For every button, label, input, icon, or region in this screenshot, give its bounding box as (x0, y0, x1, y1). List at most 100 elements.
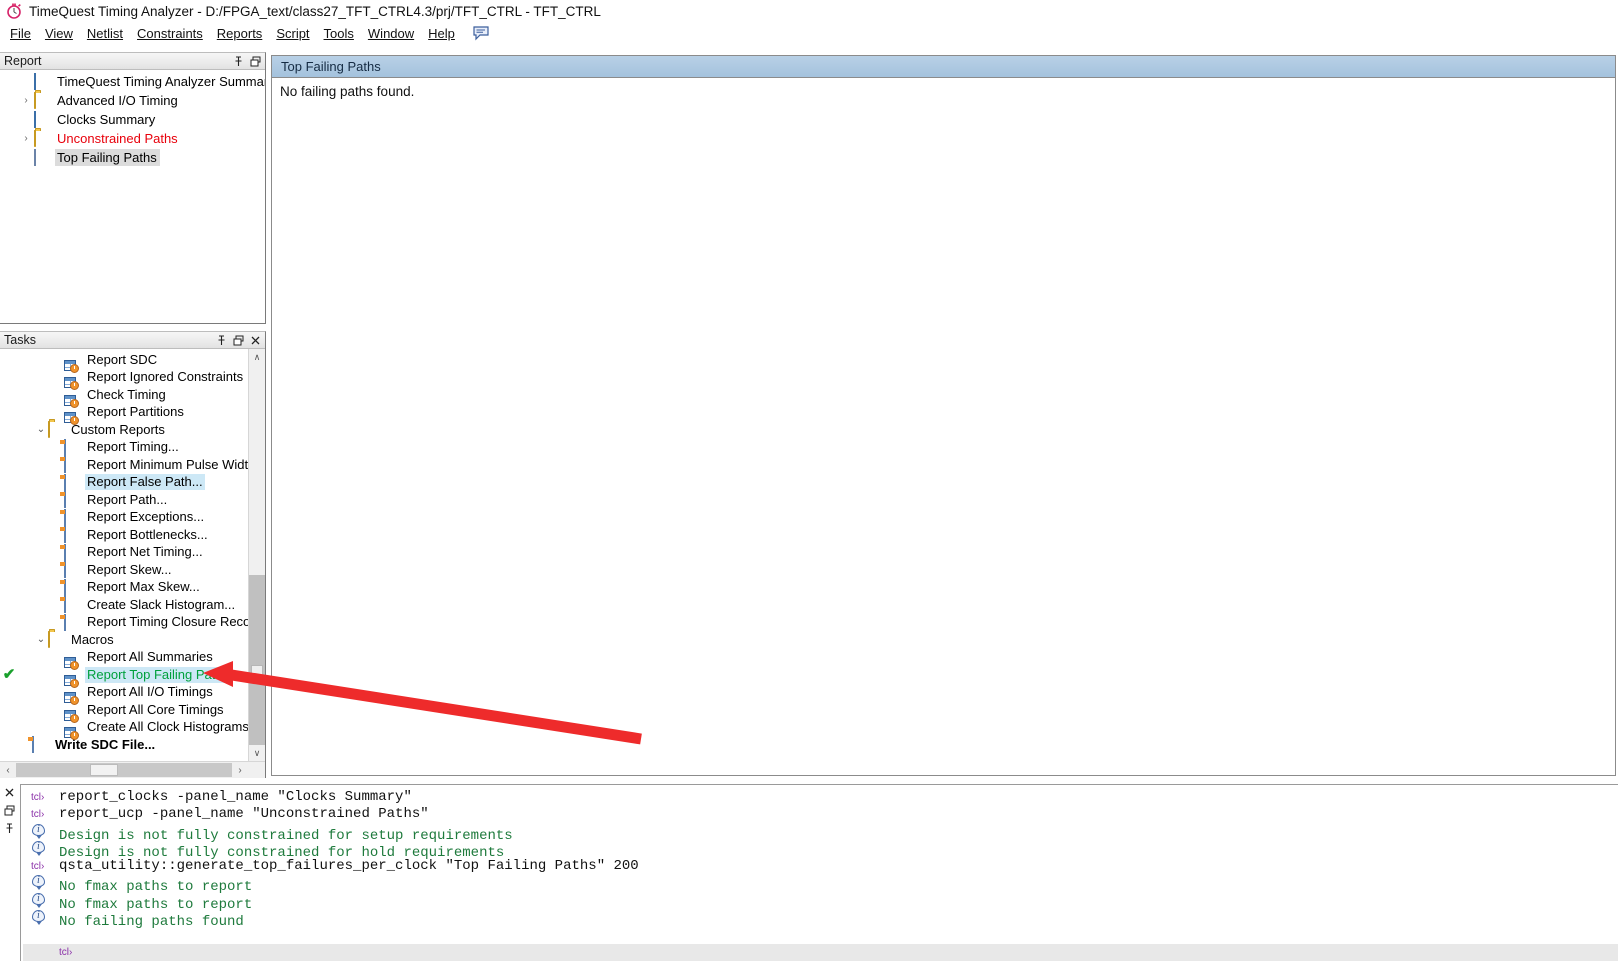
expander-placeholder (18, 110, 34, 129)
task-item-report-timing[interactable]: Report Timing... (0, 438, 248, 457)
task-item-report-all-summaries[interactable]: Report All Summaries (0, 649, 248, 671)
task-item-label: Report Skew... (87, 561, 172, 577)
timequest-window: TimeQuest Timing Analyzer - D:/FPGA_text… (0, 0, 1618, 961)
report-panel-header-buttons (233, 53, 261, 70)
tasks-panel-header-buttons (216, 332, 261, 349)
task-item-report-all-i-o-timings[interactable]: Report All I/O Timings (0, 684, 248, 706)
chevron-right-icon[interactable]: › (18, 129, 34, 148)
task-item-report-path[interactable]: Report Path... (0, 491, 248, 509)
console-line: No failing paths found (29, 910, 1618, 931)
console-line-text: No fmax paths to report (59, 896, 253, 913)
task-item-report-max-skew[interactable]: Report Max Skew... (0, 578, 248, 597)
report-tree-item-unconstrained-paths[interactable]: › Unconstrained Paths (0, 129, 265, 148)
task-item-label: Report Minimum Pulse Width... (87, 456, 248, 472)
task-item-report-ignored-constraints[interactable]: Report Ignored Constraints (0, 369, 248, 391)
console-prompt[interactable]: tcl› (23, 944, 1618, 961)
menu-constraints-label: Constraints (137, 25, 203, 41)
menu-help[interactable]: Help (421, 24, 462, 43)
task-item-report-sdc[interactable]: Report SDC (0, 351, 248, 373)
scroll-up-arrow-icon[interactable]: ∧ (249, 349, 265, 365)
grid-summary-icon (34, 72, 50, 90)
report-tree-item-summary[interactable]: TimeQuest Timing Analyzer Summary (0, 72, 265, 91)
report-tree-item-top-failing-paths[interactable]: Top Failing Paths (0, 148, 265, 167)
restore-icon[interactable] (233, 335, 244, 346)
report-tree[interactable]: TimeQuest Timing Analyzer Summary › Adva… (0, 70, 265, 323)
scroll-thumb[interactable] (90, 764, 118, 776)
task-item-report-bottlenecks[interactable]: Report Bottlenecks... (0, 526, 248, 544)
task-item-check-timing[interactable]: Check Timing (0, 386, 248, 408)
menubar: File View Netlist Constraints Reports Sc… (0, 22, 1618, 44)
task-item-label: Report Bottlenecks... (87, 526, 208, 542)
task-item-report-false-path[interactable]: Report False Path... (0, 473, 248, 492)
speech-bubble-icon[interactable] (472, 25, 490, 41)
restore-icon[interactable] (250, 56, 261, 67)
scroll-track[interactable] (249, 575, 265, 745)
menu-netlist-label: Netlist (86, 25, 124, 41)
menu-view-label: View (44, 25, 73, 41)
console-line: tcl› qsta_utility::generate_top_failures_… (29, 858, 1618, 875)
console-output[interactable]: tcl› report_clocks -panel_name "Clocks Su… (20, 784, 1618, 961)
menu-constraints[interactable]: Constraints (130, 24, 210, 43)
console-panel: tcl› report_clocks -panel_name "Clocks Su… (0, 782, 1618, 961)
task-item-report-minimum-pulse-width[interactable]: Report Minimum Pulse Width... (0, 456, 248, 474)
task-item-report-net-timing[interactable]: Report Net Timing... (0, 543, 248, 562)
tasks-tree[interactable]: Report SDC Report Ignored Constraints Chec… (0, 349, 248, 761)
report-panel-header: Report (0, 53, 265, 70)
menu-reports[interactable]: Reports (210, 24, 270, 43)
menu-tools[interactable]: Tools (317, 24, 361, 43)
chevron-down-icon[interactable]: ⌄ (34, 634, 48, 645)
report-tree-item-clocks-summary[interactable]: Clocks Summary (0, 110, 265, 129)
console-line-text: Design is not fully constrained for setu… (59, 827, 513, 844)
expander-placeholder (18, 72, 34, 91)
restore-icon[interactable] (4, 804, 15, 816)
scroll-left-arrow-icon[interactable]: ‹ (0, 762, 16, 778)
folder-icon (34, 91, 50, 109)
task-item-label: Macros (71, 631, 114, 647)
pin-icon[interactable] (233, 56, 244, 67)
menu-file[interactable]: File (3, 24, 38, 43)
task-item-label: Write SDC File... (55, 736, 156, 752)
menu-reports-label: Reports (216, 25, 263, 41)
close-icon[interactable] (250, 335, 261, 346)
menu-view[interactable]: View (38, 24, 80, 43)
close-icon[interactable] (4, 786, 15, 797)
chevron-down-icon[interactable]: ⌄ (34, 424, 48, 435)
console-line-text: No failing paths found (59, 914, 244, 931)
tasks-panel-header: Tasks (0, 332, 265, 349)
tasks-horizontal-scrollbar[interactable]: ‹ › (0, 761, 265, 778)
task-item-create-slack-histogram[interactable]: Create Slack Histogram... (0, 596, 248, 614)
task-item-custom-reports[interactable]: ⌄ Custom Reports (0, 421, 248, 439)
tcl-prompt-tag: tcl› (31, 792, 45, 803)
scroll-down-arrow-icon[interactable]: ∨ (249, 745, 265, 761)
task-item-label: Report Timing Closure Recomme (87, 614, 248, 630)
pin-icon[interactable] (216, 335, 227, 346)
task-item-report-partitions[interactable]: Report Partitions (0, 404, 248, 426)
menu-window[interactable]: Window (361, 24, 421, 43)
task-item-create-all-clock-histograms[interactable]: Create All Clock Histograms (0, 719, 248, 741)
task-item-report-timing-closure-recomme[interactable]: Report Timing Closure Recomme (0, 613, 248, 632)
scroll-right-arrow-icon[interactable]: › (232, 762, 248, 778)
report-panel-title: Report (4, 54, 42, 68)
task-item-macros[interactable]: ⌄ Macros (0, 631, 248, 649)
console-gutter-buttons (0, 782, 18, 961)
menu-netlist[interactable]: Netlist (80, 24, 130, 43)
scroll-track[interactable] (16, 763, 232, 777)
task-item-report-top-failing-paths[interactable]: ✔ Report Top Failing Paths (0, 666, 248, 688)
report-view-frame: Top Failing Paths No failing paths found… (271, 55, 1616, 776)
task-item-report-exceptions[interactable]: Report Exceptions... (0, 508, 248, 527)
report-tree-item-advanced-io-timing[interactable]: › Advanced I/O Timing (0, 91, 265, 110)
task-item-write-sdc-file[interactable]: Write SDC File... (0, 736, 248, 754)
task-item-report-skew[interactable]: Report Skew... (0, 561, 248, 579)
menu-script[interactable]: Script (269, 24, 316, 43)
stopwatch-icon (6, 3, 22, 19)
console-line: tcl› report_clocks -panel_name "Clocks Su… (29, 789, 1618, 806)
folder-open-icon (48, 421, 65, 439)
pin-icon[interactable] (4, 822, 15, 833)
chevron-right-icon[interactable]: › (18, 91, 34, 110)
custom-report-icon (64, 596, 81, 614)
scroll-thumb[interactable] (251, 665, 263, 683)
task-item-label: Check Timing (87, 386, 166, 402)
task-item-label: Report All Core Timings (87, 701, 224, 717)
task-item-report-all-core-timings[interactable]: Report All Core Timings (0, 701, 248, 723)
tasks-vertical-scrollbar[interactable]: ∧ ∨ (248, 349, 265, 761)
